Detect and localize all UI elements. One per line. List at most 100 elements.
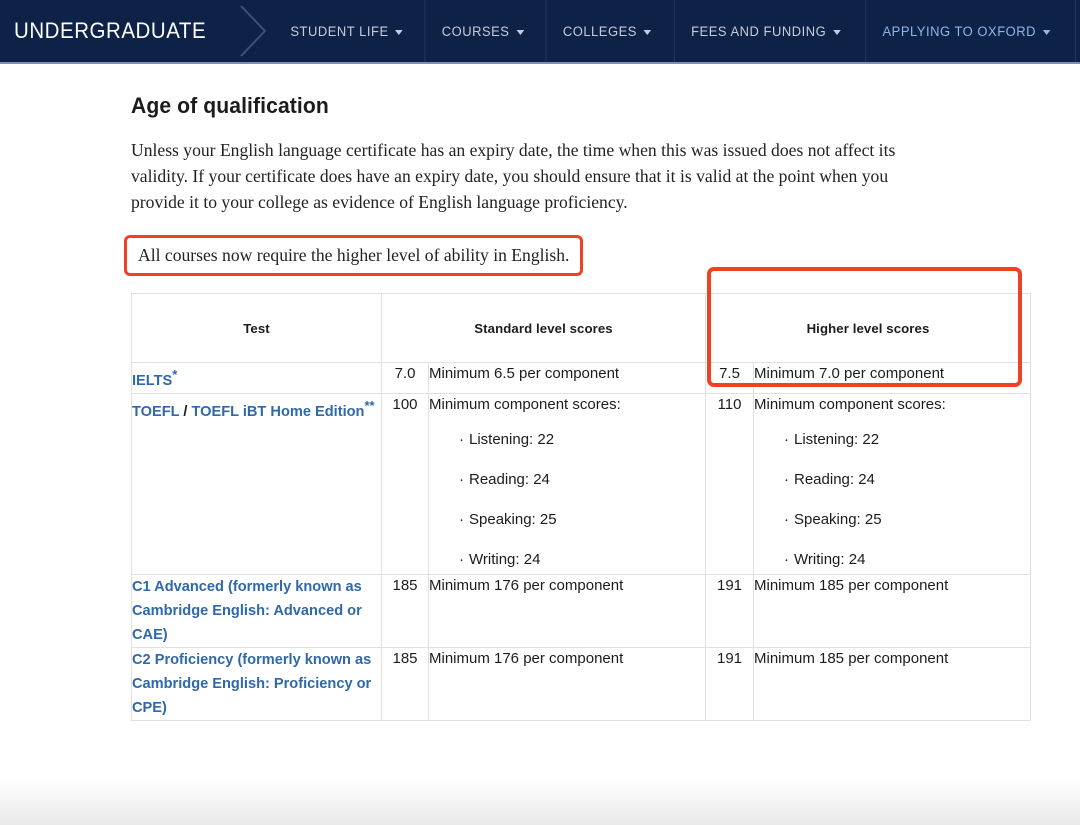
cell-higher-requirements: Minimum 185 per component bbox=[753, 646, 1031, 721]
test-link[interactable]: C1 Advanced (formerly known as Cambridge… bbox=[132, 579, 362, 643]
component-score-list: · Listening: 22 · Reading: 24 · Speaking: 25 ·… bbox=[754, 430, 1030, 570]
brand-label: UNDERGRADUATE bbox=[14, 18, 207, 43]
cell-higher-score: 7.5 bbox=[705, 362, 754, 394]
requirement-lead-text: Minimum 6.5 per component bbox=[429, 365, 620, 382]
bullet-dot-icon: · bbox=[784, 470, 789, 488]
cell-standard-requirements: Minimum component scores: · Listening: 22 ·… bbox=[428, 392, 706, 575]
list-item: · Reading: 24 bbox=[459, 470, 705, 490]
cell-standard-requirements: Minimum 176 per component bbox=[428, 646, 706, 721]
bullet-dot-icon: · bbox=[459, 510, 464, 528]
test-link[interactable]: C2 Proficiency (formerly known as Cambri… bbox=[132, 652, 371, 716]
list-item: · Writing: 24 bbox=[459, 550, 705, 570]
cell-higher-score: 191 bbox=[705, 646, 754, 721]
cell-higher-score: 110 bbox=[705, 392, 754, 575]
cell-standard-score: 100 bbox=[381, 392, 429, 575]
test-link[interactable]: TOEFL iBT Home Edition bbox=[191, 404, 364, 420]
intro-paragraph: Unless your English language certificate… bbox=[131, 140, 896, 212]
list-item: · Speaking: 25 bbox=[459, 510, 705, 530]
nav-item-label: APPLYING TO OXFORD bbox=[882, 23, 1036, 39]
table-row: IELTS* 7.0 Minimum 6.5 per component 7.5 Min… bbox=[131, 362, 1031, 394]
bullet-dot-icon: · bbox=[459, 470, 464, 488]
table-header-row: Test Standard level scores Higher level … bbox=[131, 293, 1031, 363]
cell-higher-requirements: Minimum 7.0 per component bbox=[753, 362, 1031, 394]
component-score-list: · Listening: 22 · Reading: 24 · Speaking: 25 ·… bbox=[429, 430, 705, 570]
cell-higher-score: 191 bbox=[705, 573, 754, 648]
list-item-label: Listening: 22 bbox=[469, 430, 555, 448]
list-item-label: Listening: 22 bbox=[794, 430, 880, 448]
list-item-label: Writing: 24 bbox=[794, 550, 866, 568]
cell-standard-score: 185 bbox=[381, 573, 429, 648]
table-row: TOEFL / TOEFL iBT Home Edition** 100 Minim… bbox=[131, 392, 1031, 575]
column-header-higher: Higher level scores bbox=[705, 293, 1031, 363]
bullet-dot-icon: · bbox=[459, 430, 464, 448]
nav-item-student-life[interactable]: STUDENT LIFE bbox=[274, 0, 419, 62]
table-row: C1 Advanced (formerly known as Cambridge… bbox=[131, 573, 1031, 648]
test-link[interactable]: IELTS bbox=[132, 373, 172, 389]
cell-test-name: C1 Advanced (formerly known as Cambridge… bbox=[131, 573, 382, 648]
column-header-standard: Standard level scores bbox=[381, 293, 706, 363]
cell-standard-score: 185 bbox=[381, 646, 429, 721]
chevron-right-icon bbox=[237, 0, 271, 62]
test-link[interactable]: TOEFL bbox=[132, 404, 179, 420]
chevron-down-icon bbox=[1042, 29, 1051, 35]
nav-item-applying-to-oxford[interactable]: APPLYING TO OXFORD bbox=[864, 0, 1067, 62]
cell-higher-requirements: Minimum 185 per component bbox=[753, 573, 1031, 648]
footnote-marker: * bbox=[172, 367, 178, 382]
list-item: · Listening: 22 bbox=[459, 430, 705, 450]
nav-item-increasing-access[interactable]: INCREASING ACCESS bbox=[1074, 0, 1080, 62]
requirement-lead-text: Minimum 185 per component bbox=[754, 649, 949, 667]
list-item: · Reading: 24 bbox=[784, 470, 1030, 490]
table-row: C2 Proficiency (formerly known as Cambri… bbox=[131, 646, 1031, 721]
chevron-down-icon bbox=[832, 29, 841, 35]
cell-test-name: IELTS* bbox=[131, 362, 382, 394]
list-item-label: Reading: 24 bbox=[794, 470, 875, 488]
cell-test-name: C2 Proficiency (formerly known as Cambri… bbox=[131, 646, 382, 721]
chevron-down-icon bbox=[643, 29, 651, 35]
nav-item-label: FEES AND FUNDING bbox=[690, 23, 827, 39]
nav-item-label: COURSES bbox=[441, 23, 510, 39]
cell-test-name: TOEFL / TOEFL iBT Home Edition** bbox=[131, 392, 382, 575]
site-navigation-bar: UNDERGRADUATE STUDENT LIFE COURSES COLLEGE… bbox=[0, 0, 1080, 64]
requirement-lead-text: Minimum 185 per component bbox=[754, 576, 949, 594]
list-item-label: Writing: 24 bbox=[469, 550, 541, 568]
table-body: IELTS* 7.0 Minimum 6.5 per component 7.5 Min… bbox=[131, 362, 1031, 721]
nav-item-courses[interactable]: COURSES bbox=[424, 0, 540, 62]
nav-item-label: COLLEGES bbox=[562, 23, 637, 39]
footnote-marker: ** bbox=[364, 397, 375, 413]
nav-item-colleges[interactable]: COLLEGES bbox=[545, 0, 667, 62]
cell-standard-requirements: Minimum 6.5 per component bbox=[428, 362, 706, 394]
bullet-dot-icon: · bbox=[784, 430, 789, 448]
bullet-dot-icon: · bbox=[459, 550, 464, 568]
nav-item-fees-and-funding[interactable]: FEES AND FUNDING bbox=[673, 0, 857, 62]
requirement-lead-text: Minimum 7.0 per component bbox=[754, 365, 945, 382]
list-item-label: Speaking: 25 bbox=[469, 510, 557, 528]
table-head: Test Standard level scores Higher level … bbox=[131, 293, 1031, 363]
column-header-test: Test bbox=[131, 293, 382, 363]
highlighted-notice-box: All courses now require the higher level… bbox=[124, 235, 584, 276]
page-title: Age of qualification bbox=[131, 93, 329, 118]
bullet-dot-icon: · bbox=[784, 550, 789, 568]
english-scores-table-wrap: Test Standard level scores Higher level … bbox=[131, 293, 1031, 721]
list-item: · Writing: 24 bbox=[784, 550, 1030, 570]
requirement-lead-text: Minimum component scores: bbox=[429, 395, 621, 413]
bullet-dot-icon: · bbox=[784, 510, 789, 528]
list-item-label: Reading: 24 bbox=[469, 470, 550, 488]
highlighted-notice-text: All courses now require the higher level… bbox=[138, 245, 570, 265]
requirement-lead-text: Minimum component scores: bbox=[754, 395, 946, 413]
page-content: Age of qualification Unless your English… bbox=[0, 64, 1080, 721]
primary-nav-list: STUDENT LIFE COURSES COLLEGES FEES AND FUND… bbox=[271, 0, 1080, 62]
cell-standard-score: 7.0 bbox=[381, 362, 429, 394]
chevron-down-icon bbox=[394, 29, 403, 35]
english-scores-table: Test Standard level scores Higher level … bbox=[131, 293, 1031, 721]
cell-standard-requirements: Minimum 176 per component bbox=[428, 573, 706, 648]
requirement-lead-text: Minimum 176 per component bbox=[429, 649, 624, 667]
nav-item-label: STUDENT LIFE bbox=[289, 23, 389, 39]
list-item: · Listening: 22 bbox=[784, 430, 1030, 450]
requirement-lead-text: Minimum 176 per component bbox=[429, 576, 624, 594]
brand-block[interactable]: UNDERGRADUATE bbox=[0, 0, 271, 62]
list-item: · Speaking: 25 bbox=[784, 510, 1030, 530]
bottom-fade-overlay bbox=[0, 779, 1080, 825]
chevron-down-icon bbox=[516, 29, 524, 35]
cell-higher-requirements: Minimum component scores: · Listening: 22 ·… bbox=[753, 392, 1031, 575]
text-separator: / bbox=[179, 403, 192, 420]
